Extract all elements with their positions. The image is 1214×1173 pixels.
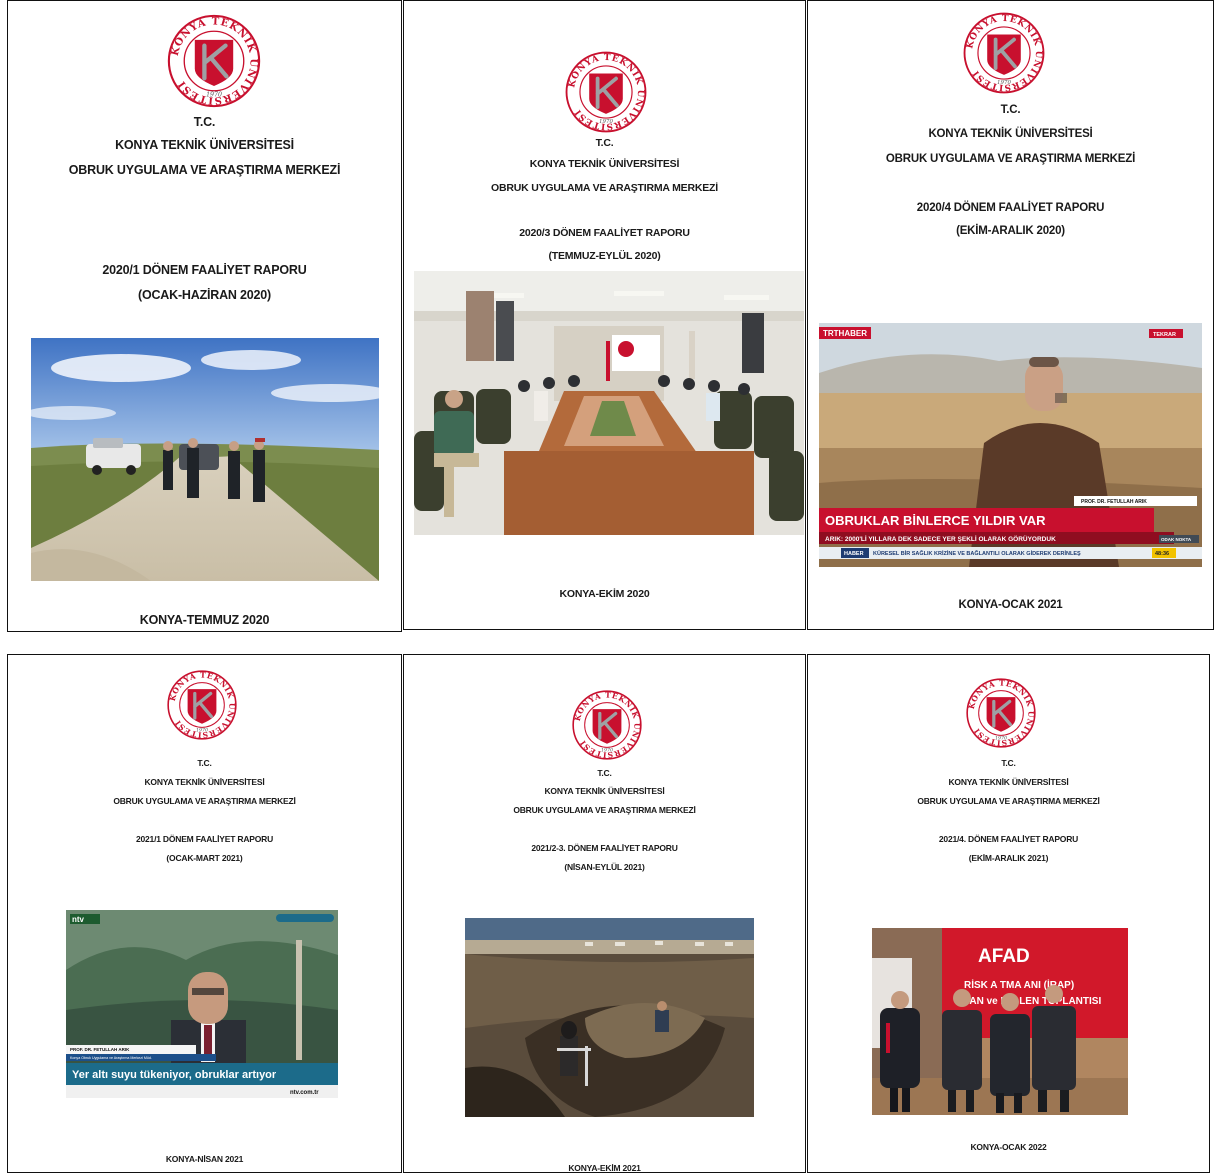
report-footer: KONYA-OCAK 2022 [970,1142,1047,1152]
report-cover-4[interactable]: KONYA TEKNİK ÜNİVERSİTESİ 1970 T.C. KONYA… [7,654,402,1173]
logo-year: 1970 [997,80,1011,86]
report-cover-3[interactable]: KONYA TEKNİK ÜNİVERSİTESİ 1970 T.C. KONYA… [807,0,1214,630]
website-label: ntv.com.tr [290,1090,319,1096]
university-logo: KONYA TEKNİK ÜNİVERSİTESİ 1970 [571,689,643,761]
university-name: KONYA TEKNİK ÜNİVERSİTESİ [529,158,680,170]
report-title: 2020/1 DÖNEM FAALİYET RAPORU [102,263,307,277]
news-headline: OBRUKLAR BİNLERCE YILDIR VAR [825,513,1046,528]
tc-label: T.C. [1000,104,1021,116]
center-name: OBRUK UYGULAMA VE ARAŞTIRMA MERKEZİ [917,796,1100,806]
center-name: OBRUK UYGULAMA VE ARAŞTIRMA MERKEZİ [513,805,696,815]
report-title: 2020/3 DÖNEM FAALİYET RAPORU [519,227,690,239]
report-period: (OCAK-MART 2021) [166,853,243,863]
university-logo: KONYA TEKNİK ÜNİVERSİTESİ 1970 [166,13,262,109]
cover-photo-field-team [31,338,379,581]
center-name: OBRUK UYGULAMA VE ARAŞTIRMA MERKEZİ [491,182,718,194]
cover-photo-tv-interview: TRTHABER TEKRAR PROF. DR. FETULLAH ARIK … [819,323,1202,567]
university-logo: KONYA TEKNİK ÜNİVERSİTESİ 1970 [166,669,238,741]
logo-year: 1970 [599,119,613,125]
university-logo: KONYA TEKNİK ÜNİVERSİTESİ 1970 [962,11,1046,95]
banner-line-2: TAN ve BİL LEN TOPLANTISI [964,994,1101,1007]
university-name: KONYA TEKNİK ÜNİVERSİTESİ [115,138,294,152]
channel-logo: TRTHABER [823,329,867,338]
university-logo: KONYA TEKNİK ÜNİVERSİTESİ 1970 [564,50,648,134]
report-footer: KONYA-NİSAN 2021 [165,1154,244,1164]
report-title: 2020/4 DÖNEM FAALİYET RAPORU [916,202,1105,214]
logo-year: 1970 [206,92,222,99]
news-ticker: KÜRESEL BİR SAĞLIK KRİZİNE VE BAĞLANTILI… [873,549,1081,557]
rerun-badge: TEKRAR [1153,332,1176,338]
news-subline: ARIK: 2000'Lİ YILLARA DEK SADECE YER ŞEK… [825,534,1056,543]
tc-label: T.C. [597,768,612,778]
program-badge: ODAK NOKTA [1161,537,1192,542]
news-caption: Yer altı suyu tükeniyor, obruklar artıyo… [72,1069,277,1081]
cover-photo-afad-meeting: AFAD RİSK A TMA ANI (İRAP) TAN ve BİL LE… [872,928,1128,1115]
channel-logo: ntv [72,915,85,924]
tc-label: T.C. [197,758,212,768]
guest-role: Konya Obruk Uygulama ve Araştırma Merkez… [70,1056,152,1060]
report-footer: KONYA-OCAK 2021 [958,599,1063,611]
guest-name: PROF. DR. FETULLAH ARIK [70,1047,130,1052]
report-period: (TEMMUZ-EYLÜL 2020) [548,250,661,262]
ticker-tag: HABER [844,551,864,557]
report-title: 2021/2-3. DÖNEM FAALİYET RAPORU [531,843,678,853]
logo-year: 1970 [601,748,613,754]
broadcast-time: 48:36 [1155,551,1169,557]
report-footer: KONYA-EKİM 2021 [568,1163,641,1173]
report-footer: KONYA-EKİM 2020 [559,588,650,600]
center-name: OBRUK UYGULAMA VE ARAŞTIRMA MERKEZİ [68,163,341,177]
report-period: (EKİM-ARALIK 2020) [956,225,1065,237]
tc-label: T.C. [193,115,216,129]
tc-label: T.C. [1001,758,1016,768]
logo-year: 1970 [196,728,208,734]
tc-label: T.C. [595,137,614,149]
guest-name: PROF. DR. FETULLAH ARIK [1081,499,1147,505]
cover-photo-ntv-interview: ntv PROF. DR. FETULLAH ARIK Konya Obruk … [66,910,338,1098]
university-name: KONYA TEKNİK ÜNİVERSİTESİ [544,786,665,796]
cover-photo-sinkhole [465,918,754,1117]
logo-year: 1970 [995,736,1007,742]
report-footer: KONYA-TEMMUZ 2020 [139,613,270,627]
report-period: (NİSAN-EYLÜL 2021) [564,862,645,872]
report-cover-1[interactable]: KONYA TEKNİK ÜNİVERSİTESİ 1970 T.C. KONYA… [7,0,402,632]
cover-photo-meeting-room [414,271,804,535]
report-period: (EKİM-ARALIK 2021) [968,853,1049,863]
center-name: OBRUK UYGULAMA VE ARAŞTIRMA MERKEZİ [885,153,1136,165]
university-logo: KONYA TEKNİK ÜNİVERSİTESİ 1970 [965,677,1037,749]
report-cover-5[interactable]: KONYA TEKNİK ÜNİVERSİTESİ 1970 T.C. KONYA… [403,654,806,1173]
university-name: KONYA TEKNİK ÜNİVERSİTESİ [948,777,1069,787]
afad-logo: AFAD [978,946,1030,967]
university-name: KONYA TEKNİK ÜNİVERSİTESİ [928,128,1093,140]
report-period: (OCAK-HAZİRAN 2020) [137,288,272,302]
report-title: 2021/4. DÖNEM FAALİYET RAPORU [938,834,1079,844]
report-cover-2[interactable]: KONYA TEKNİK ÜNİVERSİTESİ 1970 T.C. KONYA… [403,0,806,630]
report-title: 2021/1 DÖNEM FAALİYET RAPORU [135,834,274,844]
university-name: KONYA TEKNİK ÜNİVERSİTESİ [144,777,265,787]
report-cover-6[interactable]: KONYA TEKNİK ÜNİVERSİTESİ 1970 T.C. KONYA… [807,654,1210,1173]
center-name: OBRUK UYGULAMA VE ARAŞTIRMA MERKEZİ [113,796,296,806]
